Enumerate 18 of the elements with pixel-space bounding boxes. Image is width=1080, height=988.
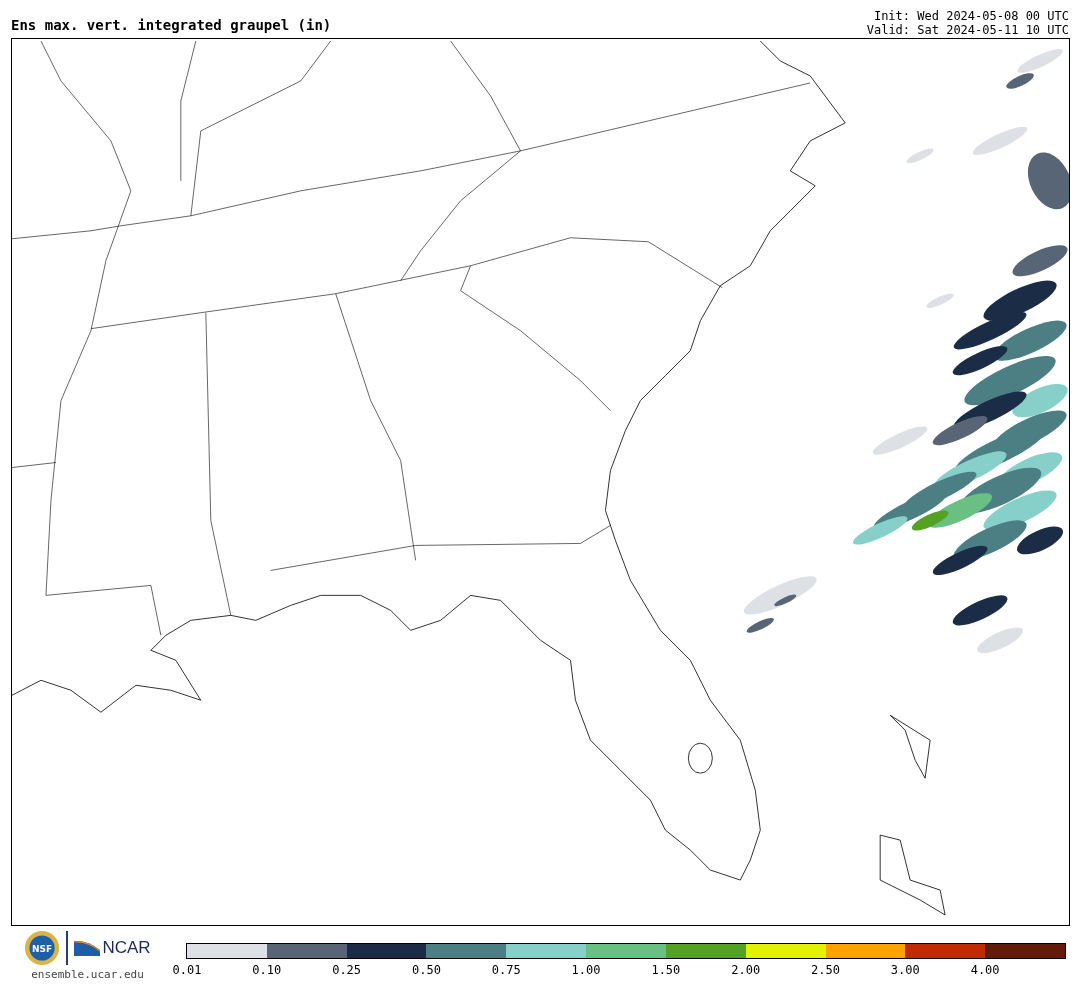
colorbar-label: 1.00: [571, 963, 601, 977]
colorbar-label: 0.01: [172, 963, 202, 977]
colorbar-label: 0.25: [332, 963, 362, 977]
valid-time: Valid: Sat 2024-05-11 10 UTC: [866, 23, 1069, 37]
colorbar-label: 2.00: [731, 963, 761, 977]
colorbar-label: 3.00: [890, 963, 920, 977]
init-time: Init: Wed 2024-05-08 00 UTC: [873, 9, 1069, 23]
colorbar-label: 1.50: [651, 963, 681, 977]
colorbar-label: 0.50: [412, 963, 441, 977]
wing-logo-icon: [74, 938, 101, 958]
seal-logo: NSF: [24, 930, 61, 966]
colorbar-label: 0.10: [252, 963, 282, 977]
colorbar-label: 4.00: [970, 963, 1000, 977]
site-url: ensemble.ucar.edu: [31, 968, 144, 981]
colorbar-label: 2.50: [811, 963, 840, 977]
map-title: Ens max. vert. integrated graupel (in): [11, 17, 332, 35]
org-logo-text: NCAR: [102, 938, 151, 958]
colorbar-label: 0.75: [491, 963, 521, 977]
